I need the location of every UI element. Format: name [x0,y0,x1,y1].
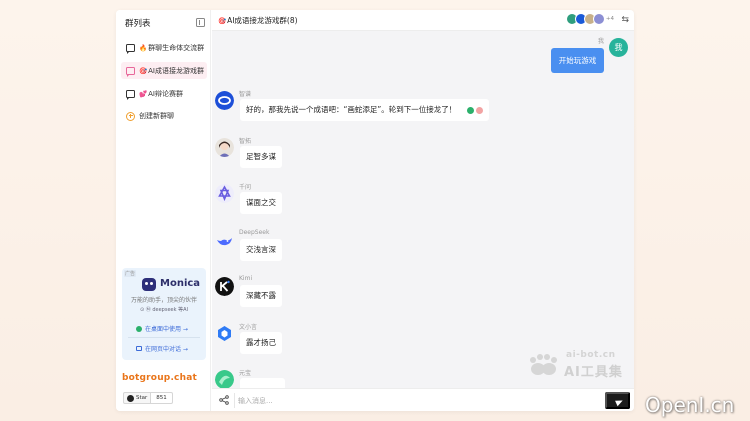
zhituo-avatar [215,138,234,157]
zhipu-avatar [215,91,234,110]
message-bubble: 露才扬己 [240,332,282,354]
ad-tagline: 万能的助手，顶尖的伙伴 [130,297,197,304]
sender-name: 千问 [239,184,252,191]
monica-logo-icon [142,278,156,291]
message-bubble: 足智多谋 [240,146,282,168]
ad-web-link[interactable]: 在网页中对话 → [136,344,188,353]
github-star-count[interactable]: 851 [151,392,173,404]
create-group-button[interactable]: 创建新群聊 [126,111,174,121]
chat-bubble-icon [126,66,135,77]
share-icon[interactable] [219,395,229,405]
kimi-avatar [215,277,234,296]
collapse-sidebar-icon[interactable] [196,18,205,27]
chat-bubble-icon [126,89,135,100]
watermark-site: ai-bot.cn [566,350,616,360]
composer [212,388,634,411]
monica-ad-card[interactable]: 广告 Monica 万能的助手，顶尖的伙伴 ⊙ Ⓜ deepseek 等AI 在… [122,268,206,360]
desktop-app-icon [136,325,142,332]
send-button[interactable] [605,392,630,409]
qianwen-avatar [215,184,234,203]
sender-name: Kimi [239,275,253,282]
ad-tag: 广告 [124,270,137,277]
plus-circle-icon [126,111,135,121]
group-title: 🎯AI成语接龙游戏群(8) [218,16,298,25]
self-sender-name: 我 [597,38,604,45]
sender-name: 文小言 [239,324,258,331]
sidebar-header: 群列表 [125,16,205,30]
member-avatars[interactable]: +4 [565,13,614,25]
sidebar: 群列表 🔥群聊生命体交流群 🎯AI成语接龙游戏群 💕AI辩论赛群 创建新群聊 广… [116,10,211,411]
message-actions [465,106,483,114]
ad-name: Monica [160,278,201,289]
sender-name: 智谱 [239,91,252,98]
github-star-button[interactable]: Star [123,392,152,404]
sidebar-item-label: 🎯AI成语接龙游戏群 [139,66,204,75]
ad-powered-by: ⊙ Ⓜ deepseek 等AI [139,307,188,313]
copy-icon[interactable] [466,106,474,114]
monitor-icon [136,346,142,351]
message-list: 我 我 开始玩游戏 智谱 好的，那我先说一个成语吧：“画蛇添足”。轮到下一位接龙… [212,32,634,389]
sender-name: 元宝 [239,370,252,377]
reaction-icon[interactable] [475,106,483,114]
message-input[interactable] [238,393,598,408]
create-group-label: 创建新群聊 [139,112,174,120]
yuanbao-avatar [215,370,234,389]
member-avatar [592,13,605,25]
deepseek-avatar [215,231,234,250]
switch-icon[interactable]: ⇆ [621,15,629,25]
message-bubble: 深藏不露 [240,285,282,307]
wenxiaoyan-avatar [215,324,234,343]
github-icon [127,394,134,402]
sender-name: 智拓 [239,138,252,145]
message-bubble: 谋面之交 [240,192,282,214]
ad-divider [128,337,200,338]
sender-name: DeepSeek [239,229,270,236]
brand-logo[interactable]: botgroup.chat [122,373,197,383]
ad-desktop-link[interactable]: 在桌面中使用 → [136,324,188,333]
sidebar-item-label: 💕AI辩论赛群 [139,89,183,98]
message-bubble: 好的，那我先说一个成语吧：“画蛇添足”。轮到下一位接龙了！ [240,99,489,121]
sidebar-title: 群列表 [125,19,151,29]
watermark-name: AI工具集 [564,365,623,380]
message-bubble: 交浅言深 [240,239,282,261]
openi-watermark: OpenI.cn [645,393,735,417]
sidebar-item-group-2[interactable]: 🎯AI成语接龙游戏群 [121,62,207,79]
chat-bubble-icon [126,43,135,54]
composer-divider [234,393,235,408]
github-star-widget[interactable]: Star 851 [123,392,173,404]
self-avatar: 我 [609,38,628,57]
sidebar-item-group-1[interactable]: 🔥群聊生命体交流群 [121,39,207,56]
sidebar-item-label: 🔥群聊生命体交流群 [139,43,205,52]
ai-bot-watermark: ai-bot.cn AI工具集 [528,350,638,380]
more-members-count: +4 [605,16,614,22]
sidebar-item-group-3[interactable]: 💕AI辩论赛群 [121,85,207,102]
paw-logo-icon [530,354,557,375]
self-message: 我 我 开始玩游戏 [521,36,631,76]
self-message-bubble: 开始玩游戏 [551,48,604,73]
chat-header: 🎯AI成语接龙游戏群(8) +4 ⇆ [212,10,634,31]
